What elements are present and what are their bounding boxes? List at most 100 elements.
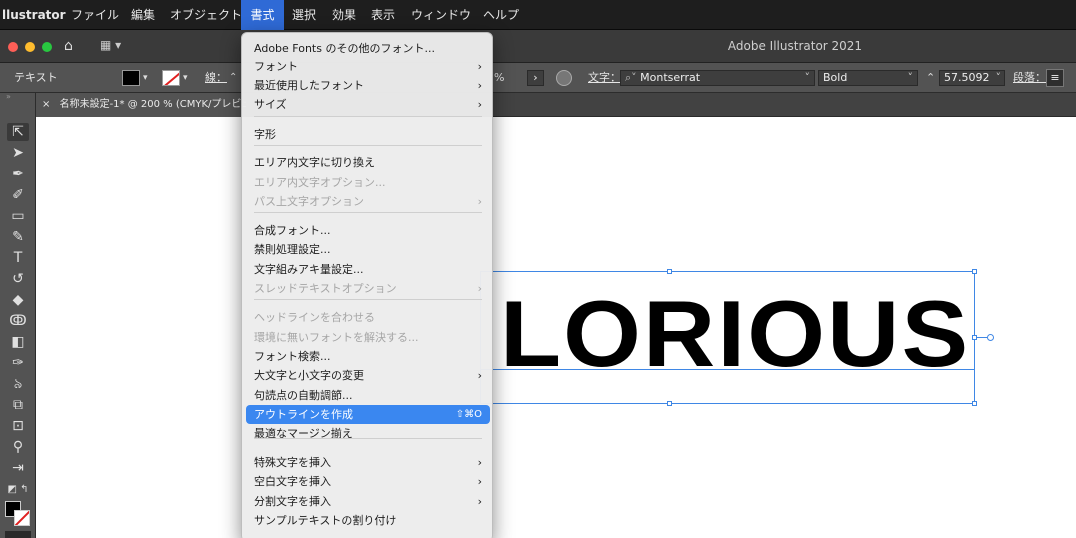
font-size-field[interactable]: 57.5092 ˅ (939, 70, 1005, 86)
menu-item-kinsoku-settings[interactable]: 禁則処理設定... (246, 240, 490, 259)
paintbrush-tool-icon[interactable]: ✎ (7, 228, 29, 246)
resize-handle-top-right[interactable] (972, 269, 977, 274)
menu-view[interactable]: 表示 (367, 0, 399, 30)
resize-handle-bottom-right[interactable] (972, 401, 977, 406)
menu-item-recent-fonts[interactable]: 最近使用したフォント › (246, 76, 490, 95)
menu-type[interactable]: 書式 (241, 0, 284, 30)
menu-help[interactable]: ヘルプ (479, 0, 523, 30)
font-size-value: 57.5092 (944, 71, 990, 84)
chevron-down-icon[interactable]: ▾ (183, 70, 188, 86)
menu-item-font[interactable]: フォント › (246, 57, 490, 76)
resize-handle-bottom[interactable] (667, 401, 672, 406)
menu-item-smart-punctuation[interactable]: 句読点の自動調節... (246, 386, 490, 405)
curvature-tool-icon[interactable]: ✐ (7, 186, 29, 204)
resize-handle-top[interactable] (667, 269, 672, 274)
type-menu-dropdown: Adobe Fonts のその他のフォント... フォント › 最近使用したフォント ›… (241, 32, 493, 538)
font-style-field[interactable]: Bold ˅ (818, 70, 918, 86)
rotate-tool-icon[interactable]: ↺ (7, 270, 29, 288)
menu-separator (254, 299, 482, 300)
menu-item-fill-placeholder-text[interactable]: サンプルテキストの割り付け (246, 511, 490, 530)
stroke-none-swatch[interactable] (162, 70, 180, 86)
document-tab[interactable]: × 名称未設定-1* @ 200 % (CMYK/プレビュー) (36, 93, 246, 117)
menu-edit[interactable]: 編集 (127, 0, 159, 30)
selection-tool-icon[interactable]: ⇱ (7, 123, 29, 141)
chevron-right-icon[interactable]: › (527, 70, 544, 86)
menu-item-size[interactable]: サイズ › (246, 95, 490, 114)
minimize-window-button[interactable] (25, 42, 35, 52)
gradient-tool-icon[interactable]: ◧ (7, 333, 29, 351)
free-transform-tool-icon[interactable]: ⇥ (7, 459, 29, 477)
submenu-arrow-icon: › (477, 475, 482, 488)
zoom-window-button[interactable] (42, 42, 52, 52)
menu-item-insert-break[interactable]: 分割文字を挿入 › (246, 492, 490, 511)
area-type-widget[interactable] (987, 334, 994, 341)
menu-item-label: Adobe Fonts のその他のフォント... (254, 42, 435, 55)
selection-bounding-box[interactable] (480, 271, 975, 404)
stepper-icon[interactable]: ⌃ (229, 70, 237, 86)
artboard-tool-icon[interactable]: ⊡ (7, 417, 29, 435)
eyedropper-tool-icon[interactable]: ✑ (7, 354, 29, 372)
menu-separator (254, 116, 482, 117)
menu-item-label: 空白文字を挿入 (254, 475, 331, 488)
menu-item-create-outlines[interactable]: アウトラインを作成 ⇧⌘O (246, 405, 490, 424)
font-family-field[interactable]: ⌕˅ Montserrat ˅ (620, 70, 815, 86)
menu-file[interactable]: ファイル (67, 0, 123, 30)
align-left-icon[interactable]: ≡ (1046, 69, 1064, 87)
menu-effect[interactable]: 効果 (328, 0, 360, 30)
menu-item-fit-headline: ヘッドラインを合わせる (246, 308, 490, 327)
menu-item-adobe-fonts[interactable]: Adobe Fonts のその他のフォント... (246, 39, 490, 58)
home-icon[interactable]: ⌂ (64, 38, 84, 56)
menu-window[interactable]: ウィンドウ (407, 0, 475, 30)
zoom-tool-icon[interactable]: ⚲ (7, 438, 29, 456)
swap-fill-stroke-icon[interactable]: ◩ ↰ (7, 481, 29, 499)
stroke-label: 線： (205, 71, 227, 84)
control-bar: テキスト ▾ ▾ 線： ⌃ % › 文字： ⌕˅ Montserrat ˅ Bo… (0, 63, 1076, 93)
menu-select[interactable]: 選択 (288, 0, 320, 30)
close-tab-icon[interactable]: × (42, 99, 50, 110)
fill-color-swatch[interactable] (122, 70, 140, 86)
menu-item-glyphs[interactable]: 字形 (246, 125, 490, 144)
menu-item-label: 文字組みアキ量設定... (254, 263, 364, 276)
menu-item-label: サイズ (254, 98, 287, 111)
font-style-value: Bold (823, 71, 848, 84)
menu-item-change-case[interactable]: 大文字と小文字の変更 › (246, 366, 490, 385)
text-type-connector (977, 337, 987, 338)
panel-collapse-icon[interactable]: » (6, 93, 30, 101)
menu-item-convert-area-type[interactable]: エリア内文字に切り換え (246, 153, 490, 172)
menu-item-optical-margin-alignment[interactable]: 最適なマージン揃え (246, 424, 490, 443)
submenu-arrow-icon: › (477, 79, 482, 92)
menu-separator (254, 212, 482, 213)
paragraph-label[interactable]: 段落： (1013, 63, 1046, 93)
character-label[interactable]: 文字： (588, 63, 621, 93)
menu-separator (254, 145, 482, 146)
artboard-canvas[interactable]: LORIOUS (36, 117, 1076, 538)
menu-item-find-font[interactable]: フォント検索... (246, 347, 490, 366)
menu-app-name[interactable]: llustrator (0, 0, 70, 30)
symbol-sprayer-tool-icon[interactable]: ⧉ (7, 396, 29, 414)
close-window-button[interactable] (8, 42, 18, 52)
rectangle-tool-icon[interactable]: ▭ (7, 207, 29, 225)
menu-item-label: フォント検索... (254, 350, 331, 363)
direct-selection-tool-icon[interactable]: ➤ (7, 144, 29, 162)
pen-tool-icon[interactable]: ✒ (7, 165, 29, 183)
menu-item-mojikumi-settings[interactable]: 文字組みアキ量設定... (246, 260, 490, 279)
menu-item-label: 最近使用したフォント (254, 79, 364, 92)
stroke-indicator[interactable] (14, 510, 30, 526)
blend-tool-icon[interactable]: ৯ (7, 375, 29, 393)
chevron-down-icon[interactable]: ▾ (143, 70, 148, 86)
menu-item-insert-special-character[interactable]: 特殊文字を挿入 › (246, 453, 490, 472)
lasso-tool-icon[interactable]: ↂ (7, 312, 29, 330)
menu-object[interactable]: オブジェクト (166, 0, 246, 30)
recolor-globe-icon[interactable] (556, 70, 572, 86)
menu-item-threaded-text-options: スレッドテキストオプション › (246, 279, 490, 298)
menu-item-insert-whitespace[interactable]: 空白文字を挿入 › (246, 472, 490, 491)
eraser-tool-icon[interactable]: ◆ (7, 291, 29, 309)
menu-item-composite-fonts[interactable]: 合成フォント... (246, 221, 490, 240)
workspace-switcher-icon[interactable]: ▦ ▾ (100, 38, 130, 56)
font-size-stepper-icon[interactable]: ⌃ (926, 70, 935, 86)
color-mode-buttons[interactable] (5, 531, 31, 538)
mac-menubar: llustrator ファイル 編集 オブジェクト 書式 選択 効果 表示 ウィ… (0, 0, 1076, 30)
chevron-down-icon: ˅ (804, 71, 811, 84)
menu-item-label: スレッドテキストオプション (254, 282, 397, 295)
type-tool-icon[interactable]: T (7, 249, 29, 267)
